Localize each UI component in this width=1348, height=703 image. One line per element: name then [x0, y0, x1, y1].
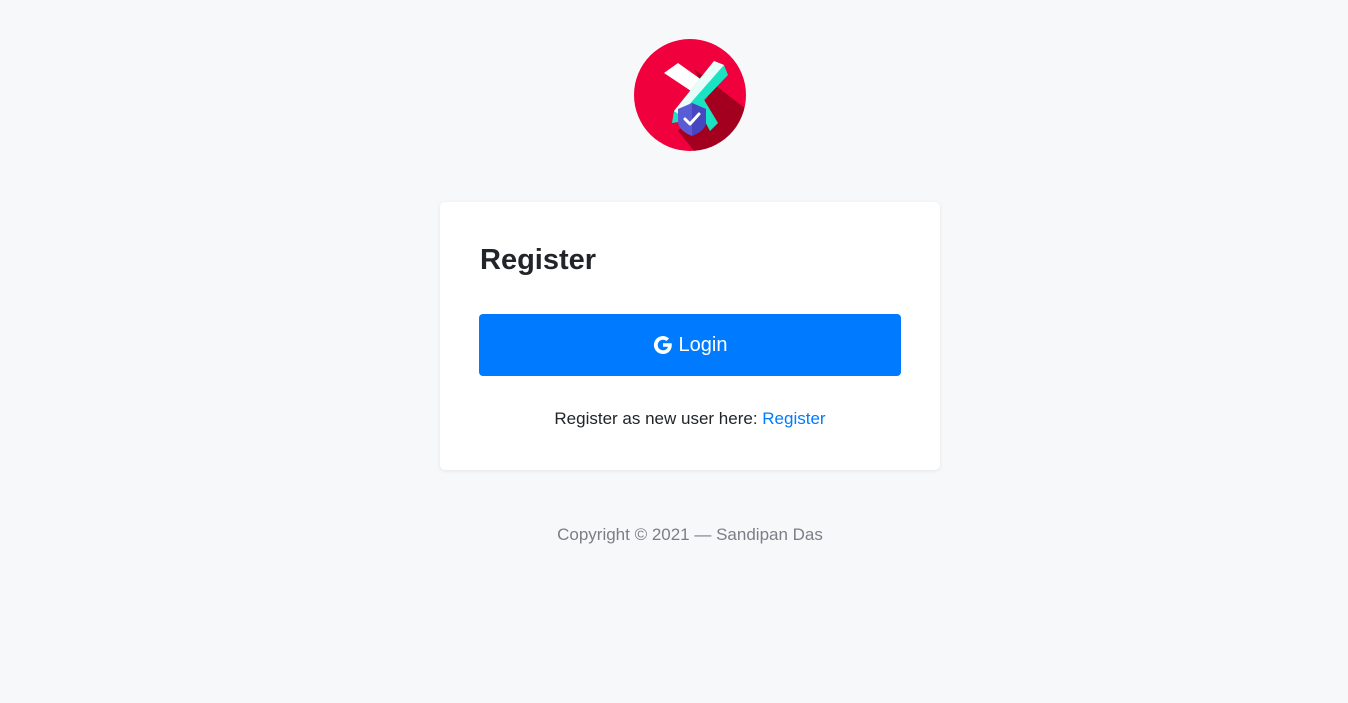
app-logo — [634, 39, 746, 151]
google-icon — [653, 335, 673, 355]
airplane-shield-icon — [634, 39, 746, 151]
card-title: Register — [480, 244, 597, 276]
footer-copyright: Copyright © 2021 — Sandipan Das — [557, 525, 823, 544]
page: Register Login Register as new user here… — [0, 0, 1348, 703]
register-prompt: Register as new user here: Register — [440, 408, 940, 430]
register-link[interactable]: Register — [762, 409, 825, 428]
login-button-label: Login — [678, 333, 728, 356]
register-card: Register Login Register as new user here… — [440, 202, 940, 470]
google-login-button[interactable]: Login — [479, 314, 901, 376]
register-prompt-text: Register as new user here: — [554, 409, 763, 428]
